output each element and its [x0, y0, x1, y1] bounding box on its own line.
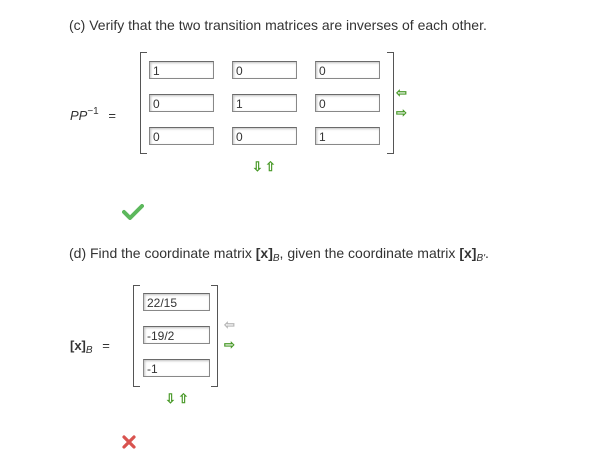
- vector-right-bracket: [211, 285, 218, 387]
- remove-row-arrow-icon[interactable]: ⇦: [396, 86, 407, 99]
- matrix-cell-r1c2[interactable]: 0: [232, 61, 297, 79]
- equals-sign: =: [108, 108, 116, 123]
- remove-row-arrow-icon-disabled[interactable]: ⇦: [224, 318, 235, 331]
- x-vector-symbol-2: [x]: [459, 245, 477, 261]
- basis-b-subscript: B: [272, 253, 280, 264]
- vector-left-bracket: [133, 285, 140, 387]
- basis-b-prime-subscript: B': [476, 253, 486, 264]
- matrix-cell-r2c3[interactable]: 0: [315, 94, 380, 112]
- part-d-prompt: (d) Find the coordinate matrix [x]B, giv…: [69, 245, 489, 264]
- x-symbol: [x]: [70, 338, 86, 353]
- b-subscript: B: [85, 345, 93, 356]
- equals-sign-d: =: [102, 338, 110, 353]
- matrix-cell-r1c3[interactable]: 0: [315, 61, 380, 79]
- add-column-arrow-icon[interactable]: ⇩: [252, 160, 263, 173]
- matrix-cell-r2c1[interactable]: 0: [149, 94, 214, 112]
- part-d-prompt-end: .: [485, 245, 489, 261]
- matrix-cell-r3c2[interactable]: 0: [232, 127, 297, 145]
- add-row-arrow-icon-d[interactable]: ⇨: [224, 338, 235, 351]
- matrix-cell-r1c1[interactable]: 1: [149, 61, 214, 79]
- vector-cell-2[interactable]: -19/2: [143, 326, 210, 344]
- x-mark-icon: [122, 435, 136, 449]
- matrix-left-bracket: [140, 52, 147, 154]
- x-vector-symbol: [x]: [255, 245, 273, 261]
- remove-column-arrow-icon[interactable]: ⇧: [265, 160, 276, 173]
- part-d-prompt-middle: , given the coordinate matrix: [279, 245, 460, 261]
- vector-cell-3[interactable]: -1: [143, 359, 210, 377]
- matrix-cell-r3c3[interactable]: 1: [315, 127, 380, 145]
- add-row-arrow-icon[interactable]: ⇨: [396, 106, 407, 119]
- remove-column-arrow-icon-d[interactable]: ⇧: [178, 392, 189, 405]
- matrix-cell-r3c1[interactable]: 0: [149, 127, 214, 145]
- matrix-right-bracket: [387, 52, 394, 154]
- checkmark-icon: [122, 204, 144, 220]
- vector-cell-1[interactable]: 22/15: [143, 293, 210, 311]
- x-b-label: [x]B =: [70, 338, 110, 356]
- matrix-cell-r2c2[interactable]: 1: [232, 94, 297, 112]
- part-c-prompt: (c) Verify that the two transition matri…: [69, 17, 487, 33]
- pp-symbol: PP: [70, 108, 88, 123]
- add-column-arrow-icon-d[interactable]: ⇩: [165, 392, 176, 405]
- inverse-exponent: −1: [87, 106, 99, 117]
- pp-inverse-label: PP−1 =: [70, 106, 116, 123]
- part-d-prompt-start: (d) Find the coordinate matrix: [69, 245, 256, 261]
